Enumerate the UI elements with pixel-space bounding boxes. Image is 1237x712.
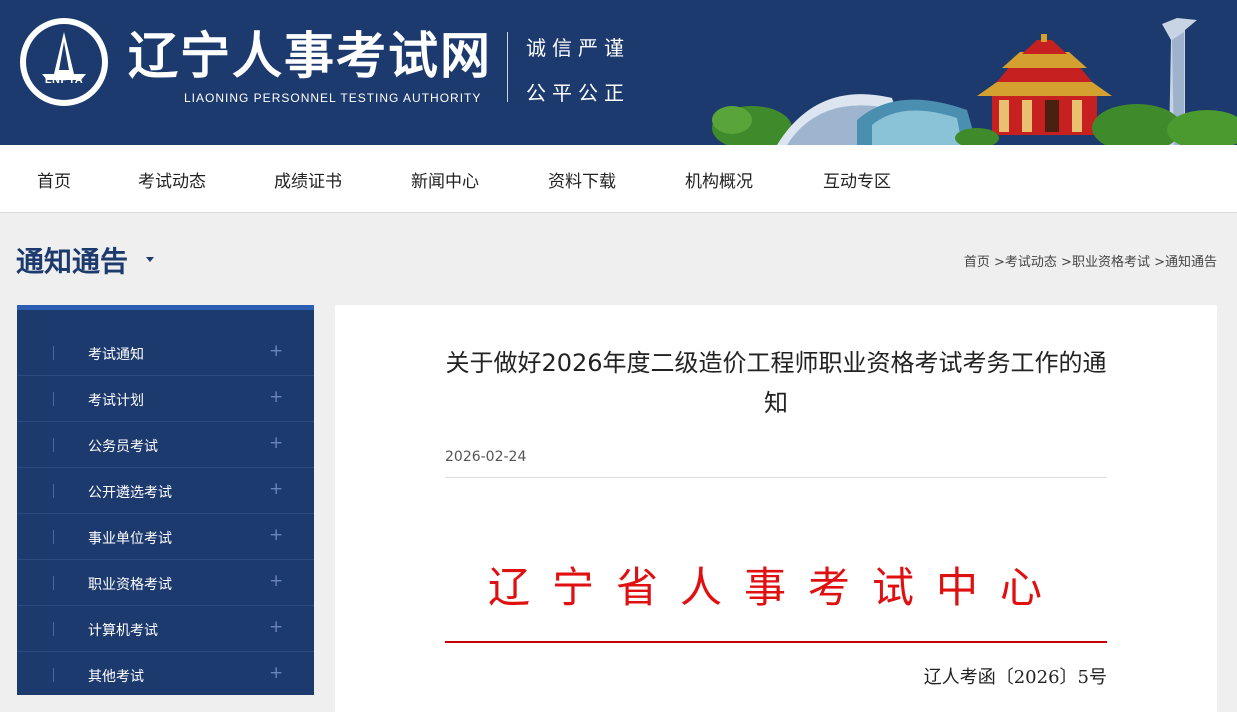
sidebar-item-public-institution[interactable]: 事业单位考试 +: [17, 514, 314, 560]
site-subtitle: LIAONING PERSONNEL TESTING AUTHORITY: [184, 91, 482, 105]
plus-icon[interactable]: +: [269, 387, 283, 407]
sidebar-item-marker: [53, 438, 54, 452]
sidebar-item-civil-service[interactable]: 公务员考试 +: [17, 422, 314, 468]
sidebar-item-computer-exams[interactable]: 计算机考试 +: [17, 606, 314, 652]
plus-icon[interactable]: +: [269, 479, 283, 499]
main-nav: 首页 考试动态 成绩证书 新闻中心 资料下载 机构概况 互动专区: [0, 145, 1237, 213]
nav-item-scores-certificates[interactable]: 成绩证书: [274, 167, 342, 192]
landmark-banner-image: [712, 18, 1237, 145]
plus-icon[interactable]: +: [269, 617, 283, 637]
sidebar-item-exam-notices[interactable]: 考试通知 +: [17, 330, 314, 376]
article-panel: 关于做好2026年度二级造价工程师职业资格考试考务工作的通知 2026-02-2…: [335, 305, 1217, 712]
sidebar-item-label: 考试通知: [88, 347, 144, 363]
breadcrumb-notices[interactable]: >通知通告: [1154, 255, 1217, 270]
slogan-line1: 诚信严谨: [526, 36, 630, 60]
document-number: 辽人考函〔2026〕5号: [923, 667, 1107, 688]
sidebar-item-label: 计算机考试: [88, 623, 158, 639]
breadcrumb-home[interactable]: 首页: [964, 255, 990, 270]
plus-icon[interactable]: +: [269, 663, 283, 683]
sidebar-item-label: 考试计划: [88, 393, 144, 409]
sidebar-item-label: 公开遴选考试: [88, 485, 172, 501]
sidebar: 考试通知 + 考试计划 + 公务员考试 + 公开遴选考试 + 事业单位考试 + …: [17, 305, 314, 695]
logo-tower-icon: [42, 32, 86, 80]
breadcrumb: 首页 >考试动态 >职业资格考试 >通知通告: [964, 251, 1217, 270]
sidebar-item-exam-plans[interactable]: 考试计划 +: [17, 376, 314, 422]
sidebar-item-marker: [53, 622, 54, 636]
breadcrumb-professional-qualification[interactable]: >职业资格考试: [1061, 255, 1150, 270]
nav-item-home[interactable]: 首页: [37, 167, 71, 192]
document-red-line: [445, 641, 1107, 643]
sidebar-item-marker: [53, 668, 54, 682]
article-title: 关于做好2026年度二级造价工程师职业资格考试考务工作的通知: [445, 349, 1107, 417]
caret-down-icon[interactable]: [146, 257, 154, 262]
sidebar-item-label: 职业资格考试: [88, 577, 172, 593]
logo-emblem: LNPTA: [26, 24, 102, 100]
site-logo[interactable]: LNPTA: [20, 18, 108, 106]
sidebar-item-other-exams[interactable]: 其他考试 +: [17, 652, 314, 698]
nav-item-news-center[interactable]: 新闻中心: [411, 167, 479, 192]
slogan-line2: 公平公正: [526, 81, 630, 105]
nav-item-exam-news[interactable]: 考试动态: [138, 167, 206, 192]
plus-icon[interactable]: +: [269, 341, 283, 361]
sidebar-item-marker: [53, 530, 54, 544]
sidebar-item-label: 其他考试: [88, 669, 144, 685]
plus-icon[interactable]: +: [269, 433, 283, 453]
sidebar-item-professional-qualification[interactable]: 职业资格考试 +: [17, 560, 314, 606]
nav-item-interaction[interactable]: 互动专区: [823, 167, 891, 192]
page-title[interactable]: 通知通告: [16, 240, 128, 280]
plus-icon[interactable]: +: [269, 571, 283, 591]
sidebar-item-marker: [53, 346, 54, 360]
sidebar-item-marker: [53, 484, 54, 498]
sidebar-item-label: 公务员考试: [88, 439, 158, 455]
logo-text: LNPTA: [44, 74, 84, 86]
nav-item-downloads[interactable]: 资料下载: [548, 167, 616, 192]
site-header: LNPTA 辽宁人事考试网 LIAONING PERSONNEL TESTING…: [0, 0, 1237, 145]
document-issuer-heading: 辽宁省人事考试中心: [487, 563, 1064, 612]
breadcrumb-exam-news[interactable]: >考试动态: [994, 255, 1057, 270]
header-divider: [507, 32, 508, 102]
article-date: 2026-02-24: [445, 449, 527, 465]
sidebar-item-label: 事业单位考试: [88, 531, 172, 547]
sidebar-item-marker: [53, 392, 54, 406]
site-title[interactable]: 辽宁人事考试网: [128, 28, 492, 84]
sidebar-item-marker: [53, 576, 54, 590]
plus-icon[interactable]: +: [269, 525, 283, 545]
article-divider: [445, 477, 1107, 478]
sidebar-item-open-selection[interactable]: 公开遴选考试 +: [17, 468, 314, 514]
nav-item-about[interactable]: 机构概况: [685, 167, 753, 192]
